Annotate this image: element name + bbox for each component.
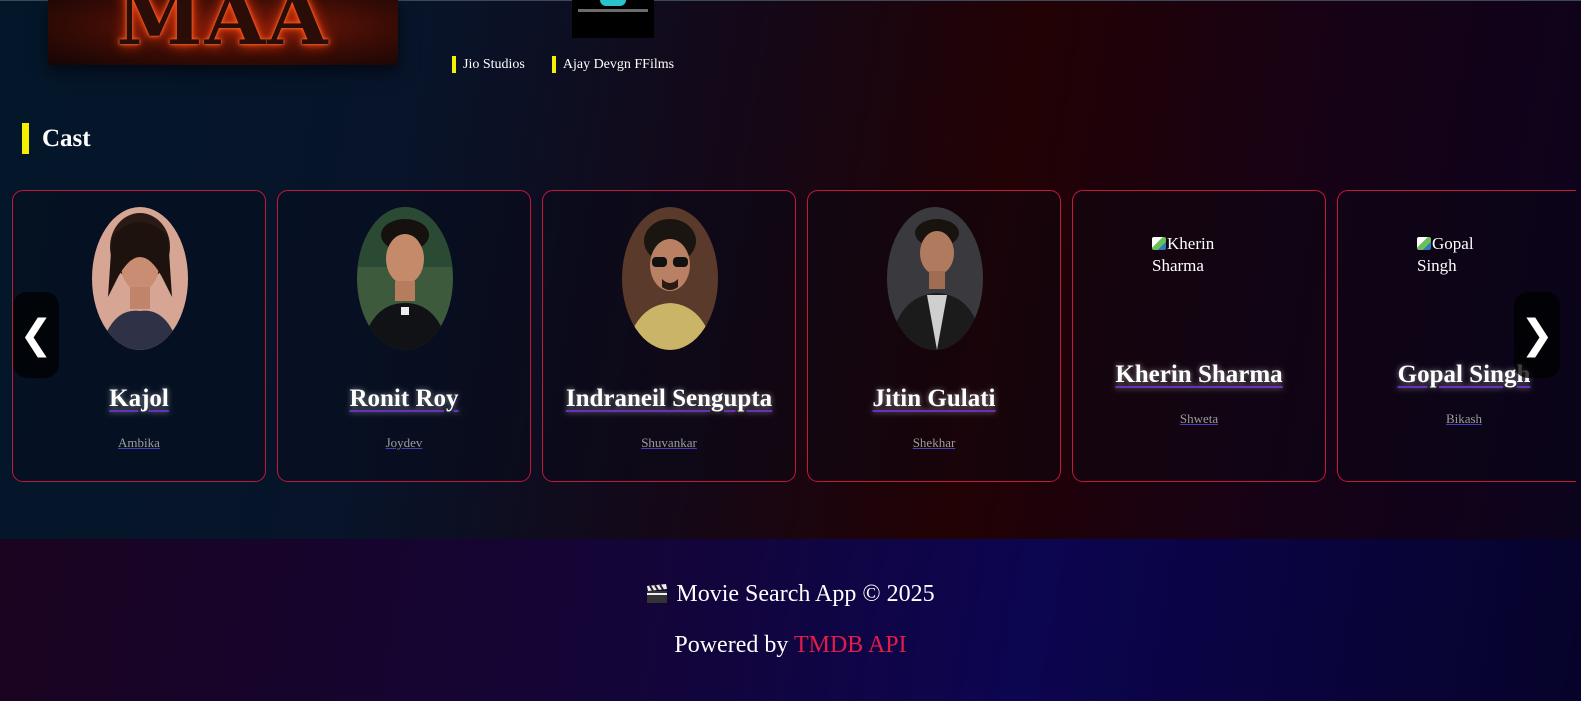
movie-poster: MAA	[48, 0, 398, 65]
company-name: Jio Studios	[463, 56, 525, 72]
actor-name[interactable]: Jitin Gulati	[808, 385, 1060, 413]
production-company-logo	[572, 0, 654, 38]
cast-card-ronit-roy[interactable]: Ronit Roy Joydev	[277, 190, 531, 482]
footer-credit: Powered by TMDB API	[0, 632, 1581, 659]
broken-image-icon: Gopal Singh	[1417, 233, 1513, 278]
carousel-prev-button[interactable]: ❮	[13, 292, 59, 378]
actor-name[interactable]: Indraneil Sengupta	[543, 385, 795, 413]
character-name: Joydev	[385, 435, 423, 450]
cast-card-kherin-sharma[interactable]: Kherin Sharma Kherin Sharma Shweta	[1072, 190, 1326, 482]
character-name: Ambika	[118, 435, 160, 450]
actor-name[interactable]: Ronit Roy	[278, 385, 530, 413]
footer-copyright: Movie Search App © 2025	[0, 581, 1581, 608]
company-item: Jio Studios	[452, 56, 525, 73]
cast-title: Cast	[42, 124, 91, 152]
cast-carousel: Kajol Ambika Ronit Roy Joydev Indraneil …	[12, 190, 1576, 482]
actor-name[interactable]: Kherin Sharma	[1073, 361, 1325, 389]
clapperboard-icon	[646, 584, 668, 604]
broken-image-icon: Kherin Sharma	[1152, 233, 1248, 278]
logo-mark	[600, 0, 626, 6]
cast-heading: Cast	[22, 123, 91, 154]
company-marker	[551, 56, 556, 73]
footer: Movie Search App © 2025 Powered by TMDB …	[0, 539, 1581, 701]
character-name: Shekhar	[912, 435, 956, 450]
carousel-next-button[interactable]: ❯	[1514, 292, 1560, 378]
movie-details-section: MAA Jio Studios Ajay Devgn FFilms Cast K…	[0, 0, 1581, 539]
production-companies: Jio Studios Ajay Devgn FFilms	[452, 56, 674, 73]
poster-title: MAA	[116, 0, 330, 63]
cast-photo	[357, 207, 453, 350]
cast-photo	[887, 207, 983, 350]
actor-name[interactable]: Kajol	[13, 385, 265, 413]
footer-copyright-text: Movie Search App © 2025	[676, 581, 935, 607]
cast-card-indraneil-sengupta[interactable]: Indraneil Sengupta Shuvankar	[542, 190, 796, 482]
cast-photo	[622, 207, 718, 350]
company-item: Ajay Devgn FFilms	[551, 56, 675, 73]
company-name: Ajay Devgn FFilms	[562, 56, 675, 72]
company-marker	[452, 56, 456, 73]
cast-card-jitin-gulati[interactable]: Jitin Gulati Shekhar	[807, 190, 1061, 482]
powered-by-label: Powered by	[674, 632, 789, 658]
tmdb-api-link[interactable]: TMDB API	[794, 632, 907, 658]
character-name: Bikash	[1445, 411, 1483, 426]
logo-caption	[578, 9, 648, 12]
character-name: Shuvankar	[641, 435, 697, 450]
section-marker	[22, 123, 29, 154]
cast-photo	[92, 207, 188, 350]
character-name: Shweta	[1179, 411, 1219, 426]
